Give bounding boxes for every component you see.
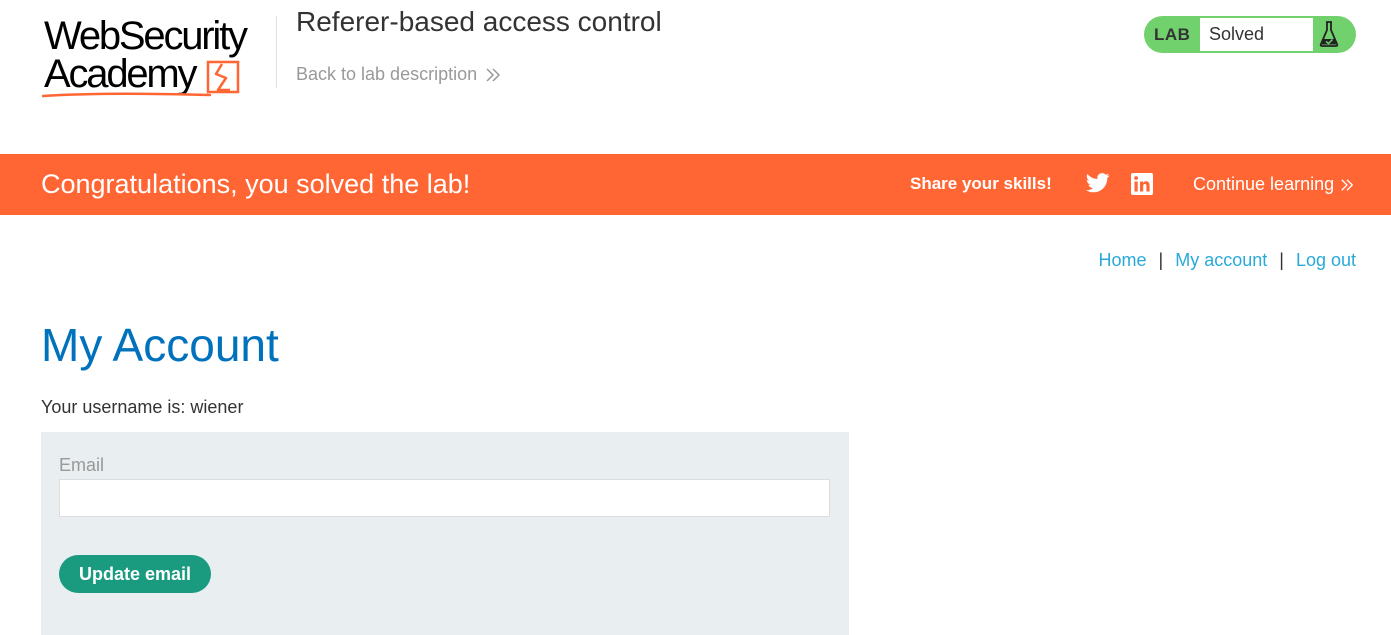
double-chevron-right-icon xyxy=(486,67,501,82)
solved-banner: Congratulations, you solved the lab! Sha… xyxy=(0,154,1391,215)
logo-underline-icon xyxy=(42,92,212,98)
web-security-academy-logo[interactable]: WebSecurity Academy xyxy=(42,10,278,100)
lab-title: Referer-based access control xyxy=(296,6,662,37)
change-email-form: Email Update email xyxy=(41,432,849,635)
continue-learning-link[interactable]: Continue learning xyxy=(1193,174,1354,195)
logo-text-line1: WebSecurity xyxy=(44,14,248,58)
double-chevron-right-icon xyxy=(1341,178,1354,191)
back-to-lab-description-link[interactable]: Back to lab description xyxy=(296,64,501,85)
nav-log-out-link[interactable]: Log out xyxy=(1296,250,1356,271)
page-title: My Account xyxy=(41,319,279,371)
share-skills-label: Share your skills! xyxy=(910,174,1052,193)
site-header: WebSecurity Academy Referer-based access… xyxy=(0,0,1391,154)
nav-my-account-link[interactable]: My account xyxy=(1175,250,1267,271)
lab-status-label: LAB xyxy=(1154,25,1191,44)
lab-status-text: Solved xyxy=(1200,18,1313,51)
nav-home-link[interactable]: Home xyxy=(1099,250,1147,271)
nav-separator: | xyxy=(1158,250,1164,270)
username-text: Your username is: wiener xyxy=(41,397,244,417)
linkedin-icon[interactable] xyxy=(1131,173,1153,195)
logo-text-line2: Academy xyxy=(44,52,198,96)
congratulations-message: Congratulations, you solved the lab! xyxy=(41,169,471,199)
email-label: Email xyxy=(59,455,105,475)
flask-icon xyxy=(1319,21,1339,47)
nav-separator: | xyxy=(1279,250,1284,270)
account-nav: Home | My account | Log out xyxy=(1099,250,1357,271)
header-divider xyxy=(276,16,277,88)
continue-learning-label: Continue learning xyxy=(1193,174,1335,194)
back-link-label: Back to lab description xyxy=(296,64,478,84)
update-email-button[interactable]: Update email xyxy=(59,555,211,593)
email-field[interactable] xyxy=(59,479,830,517)
twitter-icon[interactable] xyxy=(1086,173,1110,193)
